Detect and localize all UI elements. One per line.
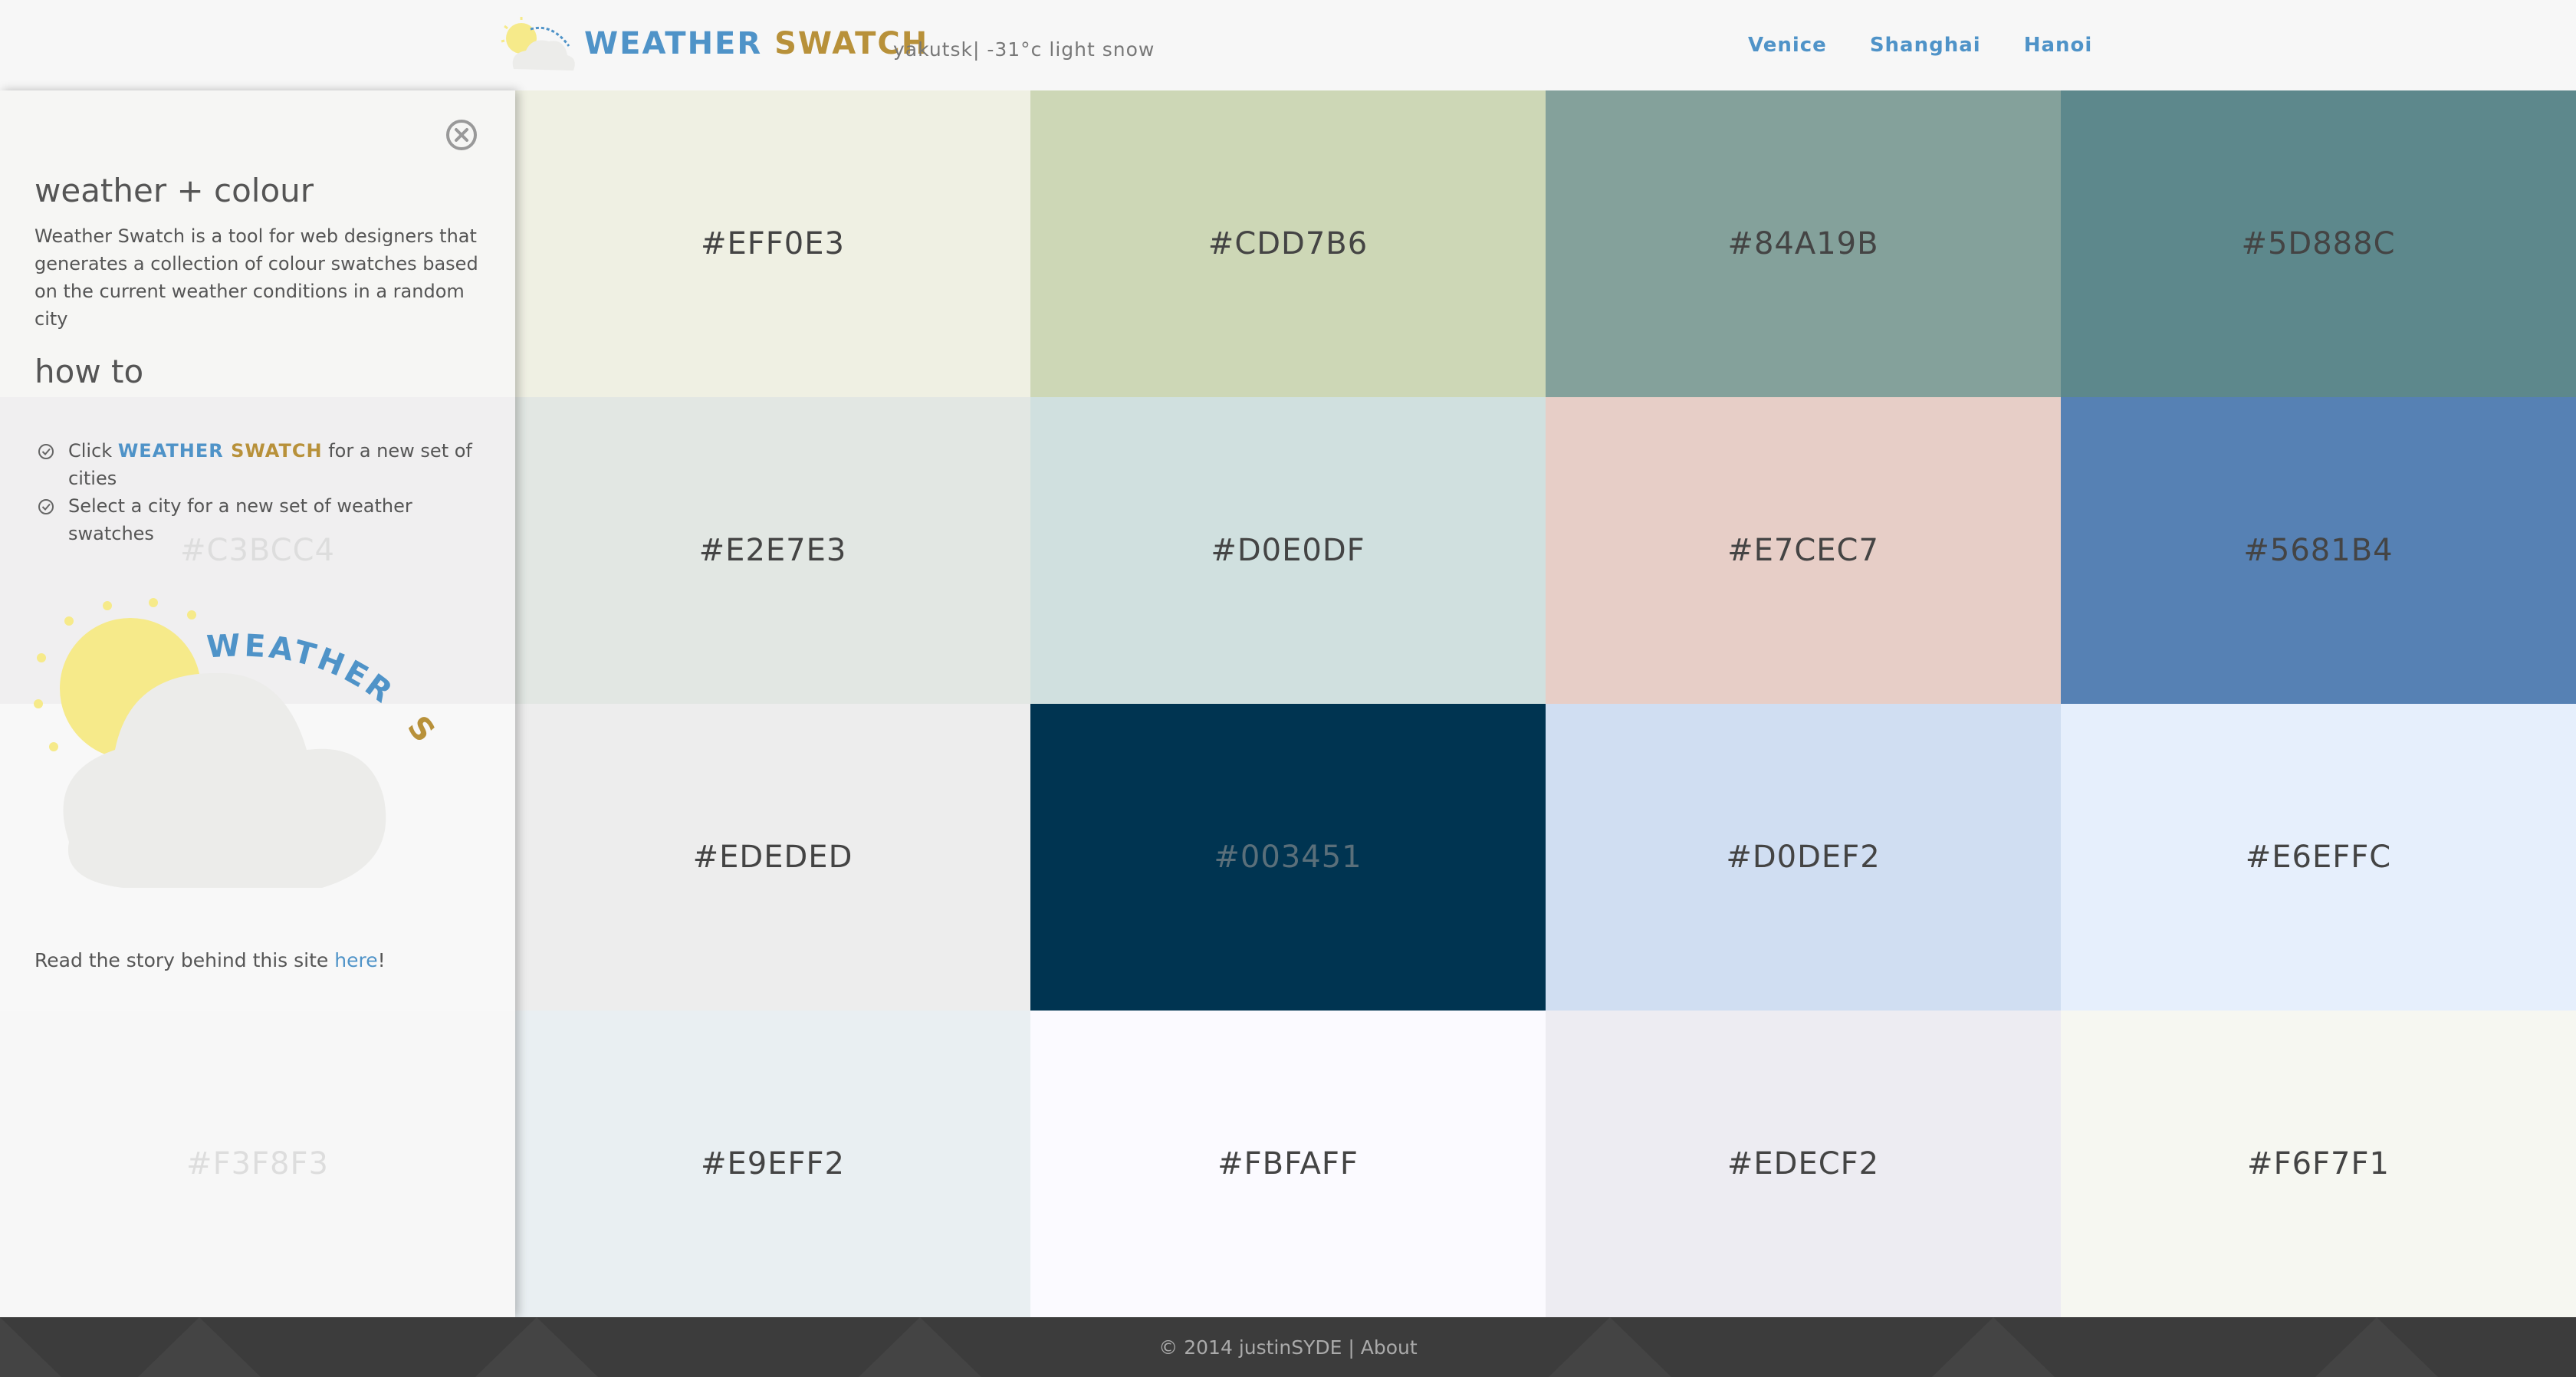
footer-about-link[interactable]: About [1361, 1336, 1418, 1359]
step2-text: Select a city for a new set of weather s… [68, 495, 412, 544]
swatch-hex-label: #FBFAFF [1217, 1146, 1359, 1181]
color-swatch[interactable]: #EFF0E3 [515, 90, 1030, 397]
story-link[interactable]: here [334, 949, 377, 971]
swatch-hex-label: #E7CEC7 [1727, 533, 1879, 568]
weather-swatch-logo: WEATHER SWATCH [31, 596, 440, 888]
check-circle-icon [38, 499, 54, 514]
color-swatch[interactable]: #D0DEF2 [1546, 704, 2061, 1011]
step1-brand-link[interactable]: WEATHER SWATCH [118, 440, 323, 462]
brand-link[interactable]: WEATHER SWATCH [584, 26, 928, 61]
city-link-venice[interactable]: Venice [1748, 34, 1827, 57]
city-nav: Venice Shanghai Hanoi [1748, 34, 2092, 57]
color-swatch[interactable]: #EDECF2 [1546, 1011, 2061, 1317]
color-swatch[interactable]: #5681B4 [2061, 397, 2576, 704]
footer-separator: | [1348, 1336, 1355, 1359]
step1-brand-swatch: SWATCH [231, 440, 323, 462]
story-line: Read the story behind this site here! [34, 949, 386, 971]
swatch-hex-label: #EFF0E3 [701, 226, 845, 261]
check-circle-icon [38, 444, 54, 459]
howto-steps: Click WEATHER SWATCH for a new set of ci… [34, 437, 487, 547]
about-description: Weather Swatch is a tool for web designe… [34, 225, 478, 330]
color-swatch[interactable]: #E6EFFC [2061, 704, 2576, 1011]
step1-prefix: Click [68, 440, 113, 462]
location-weather-subtitle: yakutsk| -31°c light snow [893, 38, 1155, 61]
color-swatch[interactable]: #FBFAFF [1030, 1011, 1546, 1317]
city-link-shanghai[interactable]: Shanghai [1870, 34, 1981, 57]
story-prefix: Read the story behind this site [34, 949, 329, 971]
color-swatch[interactable]: #E7CEC7 [1546, 397, 2061, 704]
swatch-hex-label: #EDECF2 [1727, 1146, 1880, 1181]
swatch-hex-label: #CDD7B6 [1208, 226, 1368, 261]
swatch-hex-label: #D0E0DF [1211, 533, 1365, 568]
swatch-hex-label: #5D888C [2241, 226, 2396, 261]
story-suffix: ! [377, 949, 386, 971]
color-swatch[interactable]: #003451 [1030, 704, 1546, 1011]
color-swatch[interactable]: #EDEDED [515, 704, 1030, 1011]
color-swatch[interactable]: #E9EFF2 [515, 1011, 1030, 1317]
brand-weather-text: WEATHER [584, 26, 763, 61]
howto-heading: how to [34, 353, 144, 390]
swatch-hex-label: #E2E7E3 [698, 533, 847, 568]
swatch-hex-label: #84A19B [1727, 226, 1879, 261]
close-icon[interactable] [445, 118, 478, 152]
color-swatch[interactable]: #84A19B [1546, 90, 2061, 397]
swatch-hex-label: #003451 [1214, 840, 1362, 875]
weather-logo-icon[interactable] [498, 15, 586, 78]
howto-step-1: Click WEATHER SWATCH for a new set of ci… [34, 437, 487, 492]
step1-brand-weather: WEATHER [117, 440, 224, 462]
swatch-hex-label: #E6EFFC [2245, 840, 2392, 875]
color-swatch[interactable]: #D0E0DF [1030, 397, 1546, 704]
about-heading: weather + colour [34, 172, 314, 209]
footer-text: © 2014 justinSYDE | About [1158, 1336, 1417, 1359]
info-side-panel: weather + colour Weather Swatch is a too… [0, 90, 515, 1317]
swatch-hex-label: #5681B4 [2243, 533, 2394, 568]
swatch-hex-label: #F6F7F1 [2247, 1146, 2390, 1181]
color-swatch[interactable]: #CDD7B6 [1030, 90, 1546, 397]
color-swatch[interactable]: #5D888C [2061, 90, 2576, 397]
swatch-hex-label: #EDEDED [692, 840, 853, 875]
footer-copyright: © 2014 justinSYDE [1158, 1336, 1342, 1359]
swatch-hex-label: #E9EFF2 [701, 1146, 845, 1181]
howto-step-2: Select a city for a new set of weather s… [34, 492, 487, 547]
color-swatch[interactable]: #E2E7E3 [515, 397, 1030, 704]
swatch-hex-label: #D0DEF2 [1726, 840, 1881, 875]
footer: © 2014 justinSYDE | About [0, 1317, 2576, 1377]
header: WEATHER SWATCH yakutsk| -31°c light snow… [0, 0, 2576, 90]
city-link-hanoi[interactable]: Hanoi [2024, 34, 2093, 57]
color-swatch[interactable]: #F6F7F1 [2061, 1011, 2576, 1317]
